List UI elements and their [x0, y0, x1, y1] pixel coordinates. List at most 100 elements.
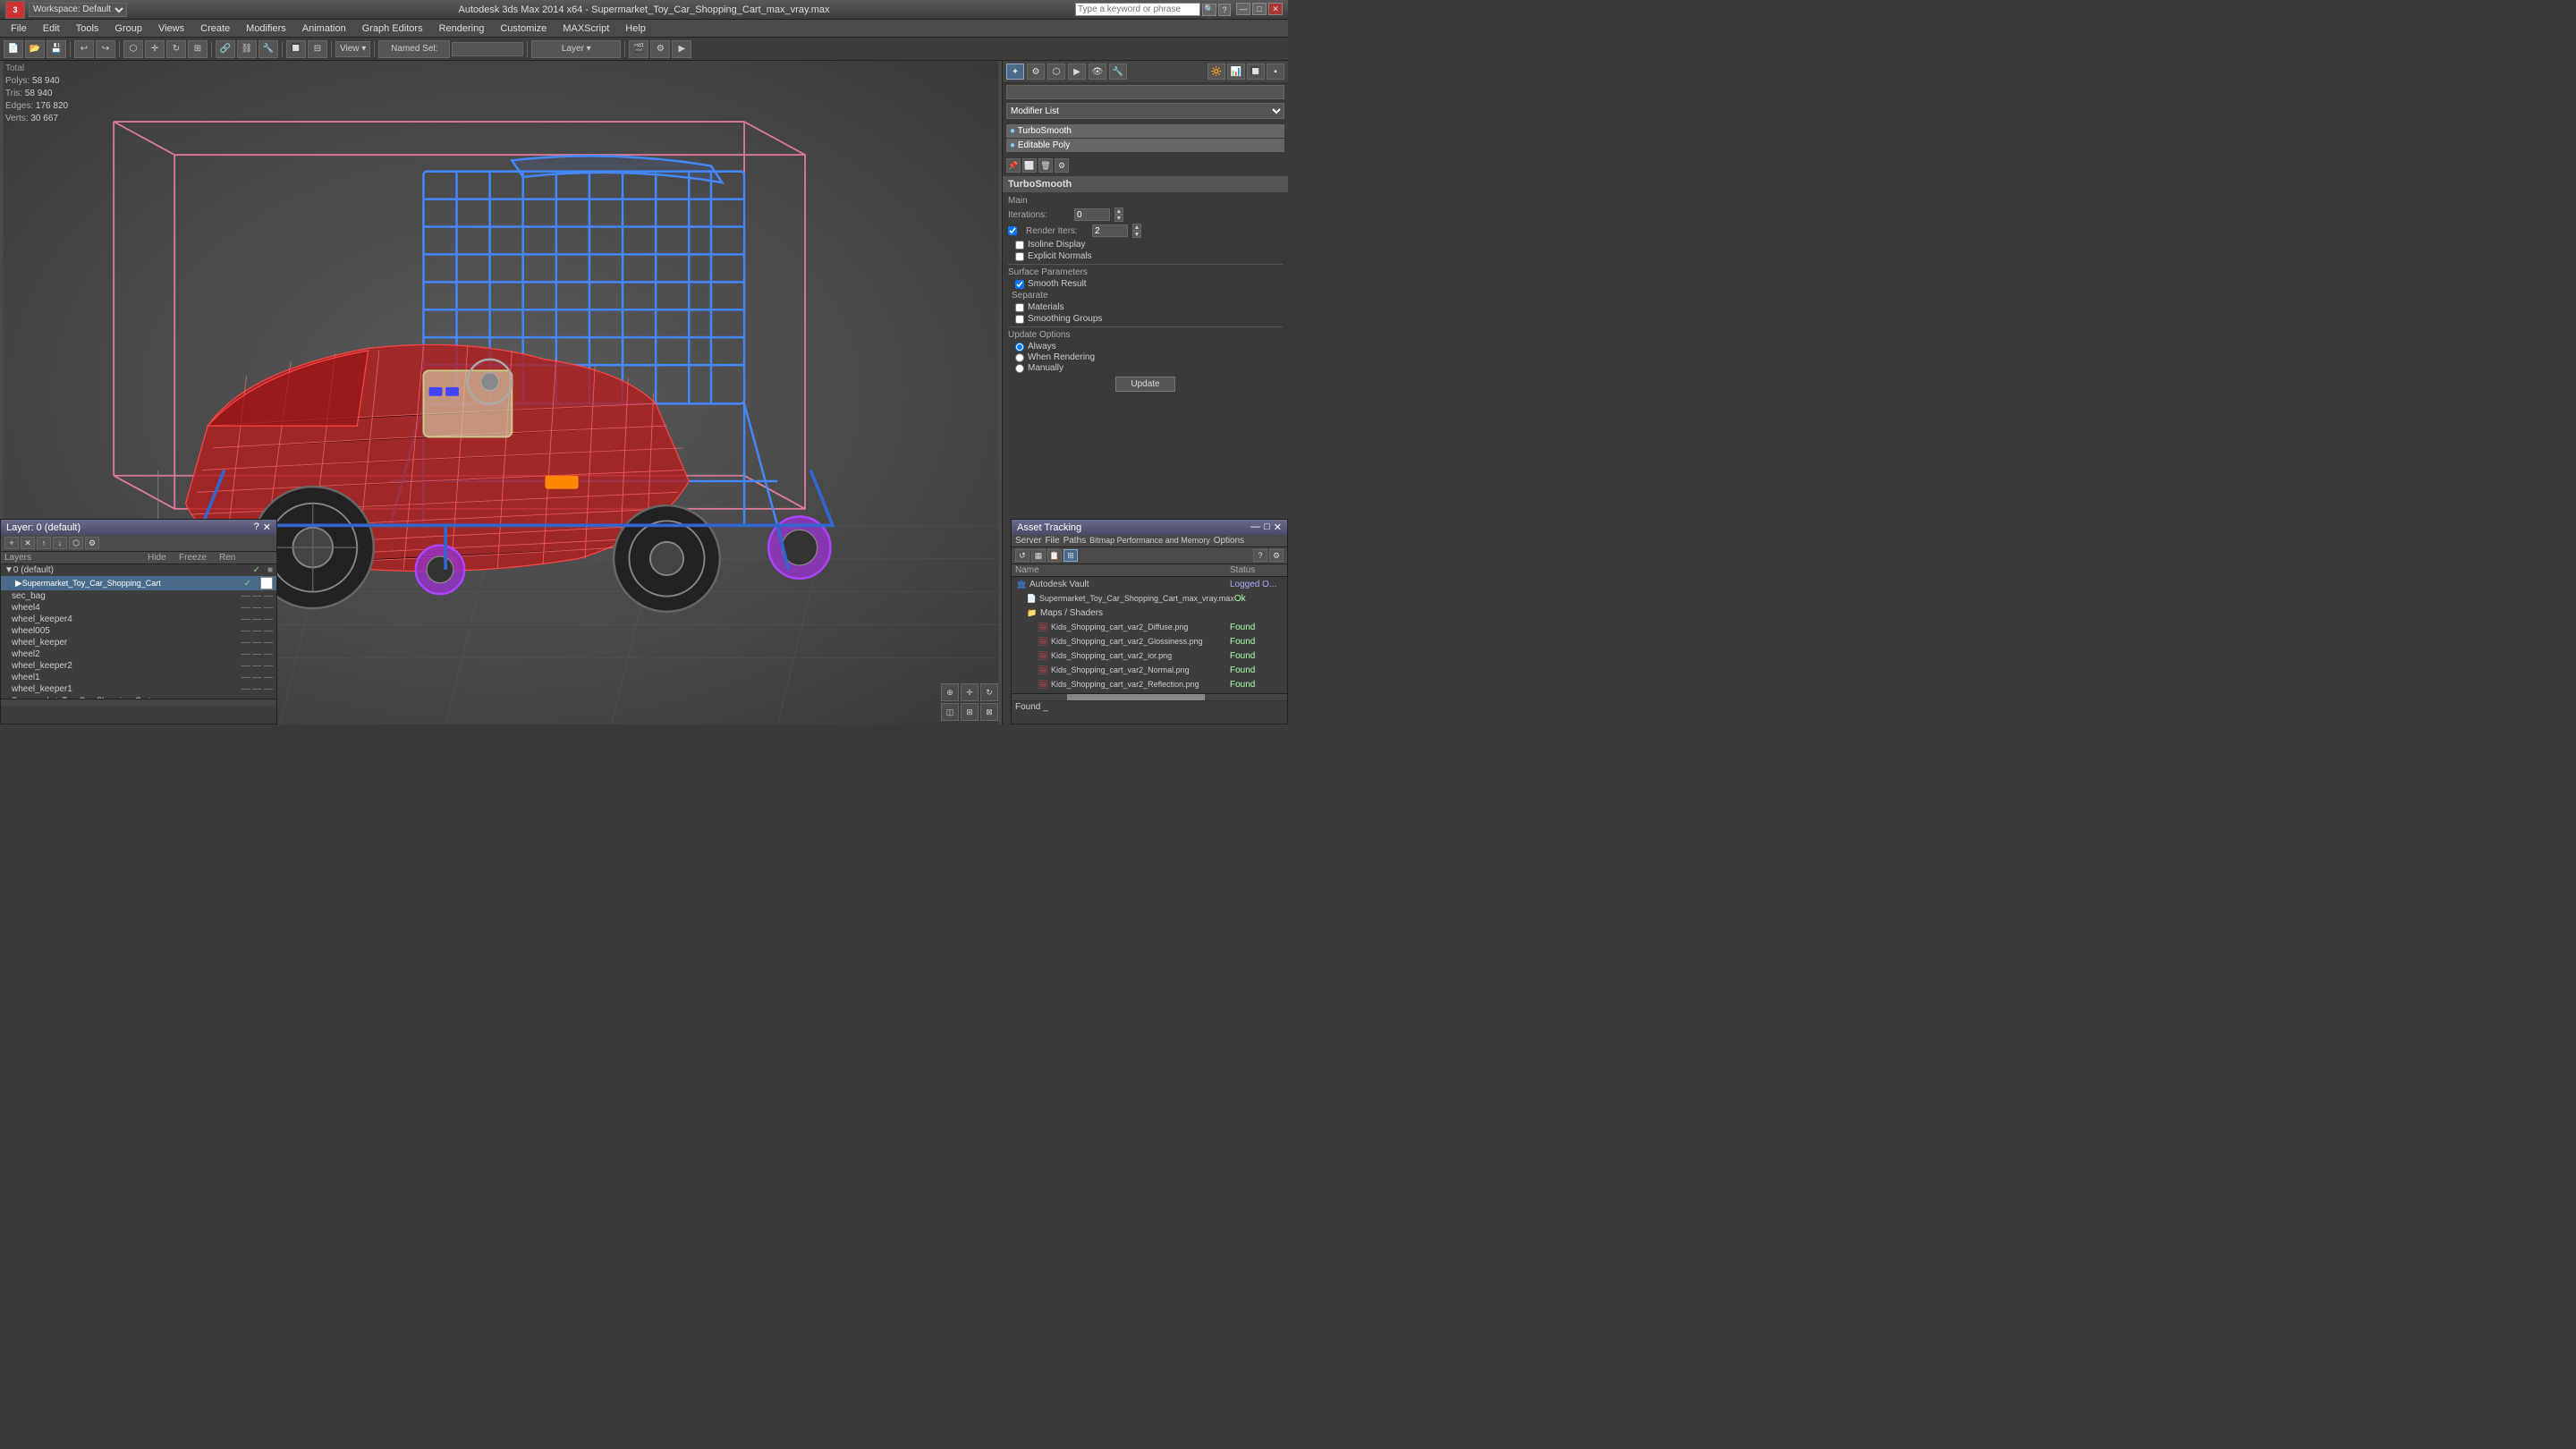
- layer-row-wheelkeeper4[interactable]: wheel_keeper4 — — —: [1, 614, 276, 625]
- snap-btn[interactable]: 🔲: [286, 40, 306, 58]
- remove-modifier-btn[interactable]: 🗑: [1038, 158, 1053, 173]
- smooth-result-checkbox[interactable]: [1015, 280, 1024, 289]
- layer-row-wheel2[interactable]: wheel2 — — —: [1, 648, 276, 660]
- unlink-btn[interactable]: ⛓: [237, 40, 257, 58]
- menu-rendering[interactable]: Rendering: [432, 21, 492, 36]
- layer-manager-help-btn[interactable]: ?: [254, 521, 259, 533]
- menu-help[interactable]: Help: [618, 21, 653, 36]
- asset-tracking-close-btn[interactable]: ✕: [1274, 521, 1282, 533]
- help-btn[interactable]: ?: [1218, 4, 1231, 16]
- menu-edit[interactable]: Edit: [36, 21, 67, 36]
- close-btn[interactable]: ✕: [1268, 3, 1283, 15]
- asset-row-maxfile[interactable]: 📄 Supermarket_Toy_Car_Shopping_Cart_max_…: [1012, 591, 1287, 606]
- scale-btn[interactable]: ⊞: [188, 40, 208, 58]
- open-btn[interactable]: 📂: [25, 40, 45, 58]
- render-iters-checkbox[interactable]: [1008, 226, 1017, 235]
- asset-tracking-min-btn[interactable]: —: [1250, 521, 1260, 533]
- asset-row-maps[interactable]: 📁 Maps / Shaders: [1012, 606, 1287, 620]
- utilities-tab[interactable]: 🔧: [1109, 64, 1127, 80]
- iterations-input[interactable]: [1074, 208, 1110, 221]
- asset-settings-btn[interactable]: ⚙: [1269, 549, 1284, 562]
- menu-animation[interactable]: Animation: [295, 21, 353, 36]
- nav-zoom[interactable]: ⊕: [941, 683, 959, 701]
- object-name-field[interactable]: sec_bag: [1006, 85, 1284, 99]
- save-btn[interactable]: 💾: [47, 40, 66, 58]
- asset-expand-btn[interactable]: ▦: [1031, 549, 1046, 562]
- asset-help-btn[interactable]: ?: [1253, 549, 1267, 562]
- workspace-dropdown[interactable]: Workspace: Default: [29, 3, 127, 17]
- modifier-list-dropdown[interactable]: Modifier List: [1006, 103, 1284, 119]
- asset-view-btn[interactable]: 📋: [1047, 549, 1062, 562]
- modify-tab[interactable]: ⚙: [1027, 64, 1045, 80]
- make-unique-btn[interactable]: ⬜: [1022, 158, 1037, 173]
- mirror-btn[interactable]: ⊟: [308, 40, 327, 58]
- nav-field-of-view[interactable]: ◫: [941, 703, 959, 721]
- update-button[interactable]: Update: [1115, 377, 1174, 392]
- layer-row-wheel005[interactable]: wheel005 — — —: [1, 625, 276, 637]
- render-setup-btn[interactable]: ⚙: [650, 40, 670, 58]
- display-tab[interactable]: 👁: [1089, 64, 1106, 80]
- iterations-up[interactable]: ▲: [1114, 208, 1123, 215]
- hierarchy-tab[interactable]: ⬡: [1047, 64, 1065, 80]
- menu-tools[interactable]: Tools: [69, 21, 106, 36]
- asset-menu-bitmap[interactable]: Bitmap Performance and Memory: [1089, 536, 1210, 546]
- asset-tracking-max-btn[interactable]: □: [1264, 521, 1270, 533]
- nav-zoom-sel[interactable]: ⊠: [980, 703, 998, 721]
- link-btn[interactable]: 🔗: [216, 40, 235, 58]
- maximize-btn[interactable]: □: [1252, 3, 1267, 15]
- create-tab[interactable]: ✦: [1006, 64, 1024, 80]
- render-iters-input[interactable]: [1092, 225, 1128, 237]
- search-btn[interactable]: 🔍: [1202, 4, 1216, 16]
- move-btn[interactable]: ✛: [145, 40, 165, 58]
- asset-menu-options[interactable]: Options: [1214, 536, 1244, 546]
- asset-row-normal[interactable]: 🖼 Kids_Shopping_cart_var2_Normal.png Fou…: [1012, 663, 1287, 677]
- layer-delete-btn[interactable]: ✕: [21, 537, 35, 549]
- asset-scrollbar[interactable]: [1012, 693, 1287, 700]
- asset-row-vault[interactable]: 🏛 Autodesk Vault Logged O...: [1012, 577, 1287, 591]
- undo-btn[interactable]: ↩: [74, 40, 94, 58]
- layer-scrollbar[interactable]: [1, 699, 276, 706]
- render-frame-btn[interactable]: ▶: [672, 40, 691, 58]
- iterations-down[interactable]: ▼: [1114, 215, 1123, 222]
- layer-move-down-btn[interactable]: ↓: [53, 537, 67, 549]
- layer-row-wheel1[interactable]: wheel1 — — —: [1, 672, 276, 683]
- render-mode-dropdown[interactable]: View ▾: [335, 41, 370, 57]
- layer-options-btn[interactable]: ⚙: [85, 537, 99, 549]
- smoothing-groups-checkbox[interactable]: [1015, 315, 1024, 324]
- search-input[interactable]: [1075, 3, 1200, 16]
- layer-row-cart[interactable]: ▶ Supermarket_Toy_Car_Shopping_Cart ✓: [1, 576, 276, 590]
- asset-scroll-thumb[interactable]: [1067, 694, 1205, 700]
- layer-row-0[interactable]: ▼ 0 (default) ✓ ■: [1, 564, 276, 576]
- asset-row-glossiness[interactable]: 🖼 Kids_Shopping_cart_var2_Glossiness.png…: [1012, 634, 1287, 648]
- nav-zoom-ext[interactable]: ⊞: [961, 703, 979, 721]
- layer-move-up-btn[interactable]: ↑: [37, 537, 51, 549]
- panel-icon-4[interactable]: ▪: [1267, 64, 1284, 80]
- manually-radio[interactable]: [1015, 364, 1024, 373]
- asset-menu-paths[interactable]: Paths: [1063, 536, 1087, 546]
- render-btn[interactable]: 🎬: [629, 40, 648, 58]
- modifier-editable-poly[interactable]: ● Editable Poly: [1006, 139, 1284, 152]
- select-btn[interactable]: ⬡: [123, 40, 143, 58]
- panel-icon-3[interactable]: 🔲: [1247, 64, 1265, 80]
- motion-tab[interactable]: ▶: [1068, 64, 1086, 80]
- nav-pan[interactable]: ✛: [961, 683, 979, 701]
- pin-stack-btn[interactable]: 📌: [1006, 158, 1021, 173]
- layer-dropdown[interactable]: Layer ▾: [531, 40, 621, 58]
- nav-orbit[interactable]: ↻: [980, 683, 998, 701]
- layer-row-wheel4[interactable]: wheel4 — — —: [1, 602, 276, 614]
- menu-customize[interactable]: Customize: [493, 21, 554, 36]
- redo-btn[interactable]: ↪: [96, 40, 115, 58]
- asset-menu-server[interactable]: Server: [1015, 536, 1041, 546]
- layer-manager-close-btn[interactable]: ✕: [263, 521, 271, 533]
- new-btn[interactable]: 📄: [4, 40, 23, 58]
- explicit-normals-checkbox[interactable]: [1015, 252, 1024, 261]
- named-sel-input[interactable]: [452, 42, 523, 56]
- isoline-checkbox[interactable]: [1015, 241, 1024, 250]
- render-iters-down[interactable]: ▼: [1132, 231, 1141, 238]
- layer-row-secbag[interactable]: sec_bag — — —: [1, 590, 276, 602]
- render-iters-up[interactable]: ▲: [1132, 224, 1141, 231]
- menu-create[interactable]: Create: [193, 21, 237, 36]
- layer-row-wheelkeeper[interactable]: wheel_keeper — — —: [1, 637, 276, 648]
- menu-group[interactable]: Group: [107, 21, 149, 36]
- bind-btn[interactable]: 🔧: [258, 40, 278, 58]
